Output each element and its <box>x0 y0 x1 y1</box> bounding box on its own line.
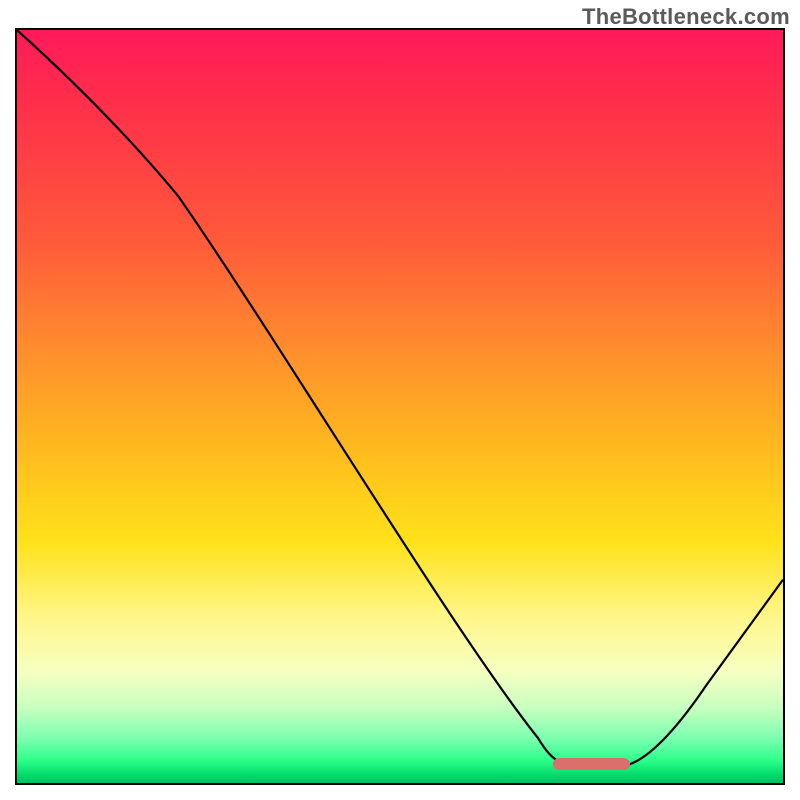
curve-path <box>17 30 783 764</box>
plot-area <box>15 28 785 785</box>
bottleneck-curve <box>17 30 783 783</box>
watermark-text: TheBottleneck.com <box>582 4 790 30</box>
chart-container: TheBottleneck.com <box>0 0 800 800</box>
optimal-range-marker <box>553 758 630 770</box>
